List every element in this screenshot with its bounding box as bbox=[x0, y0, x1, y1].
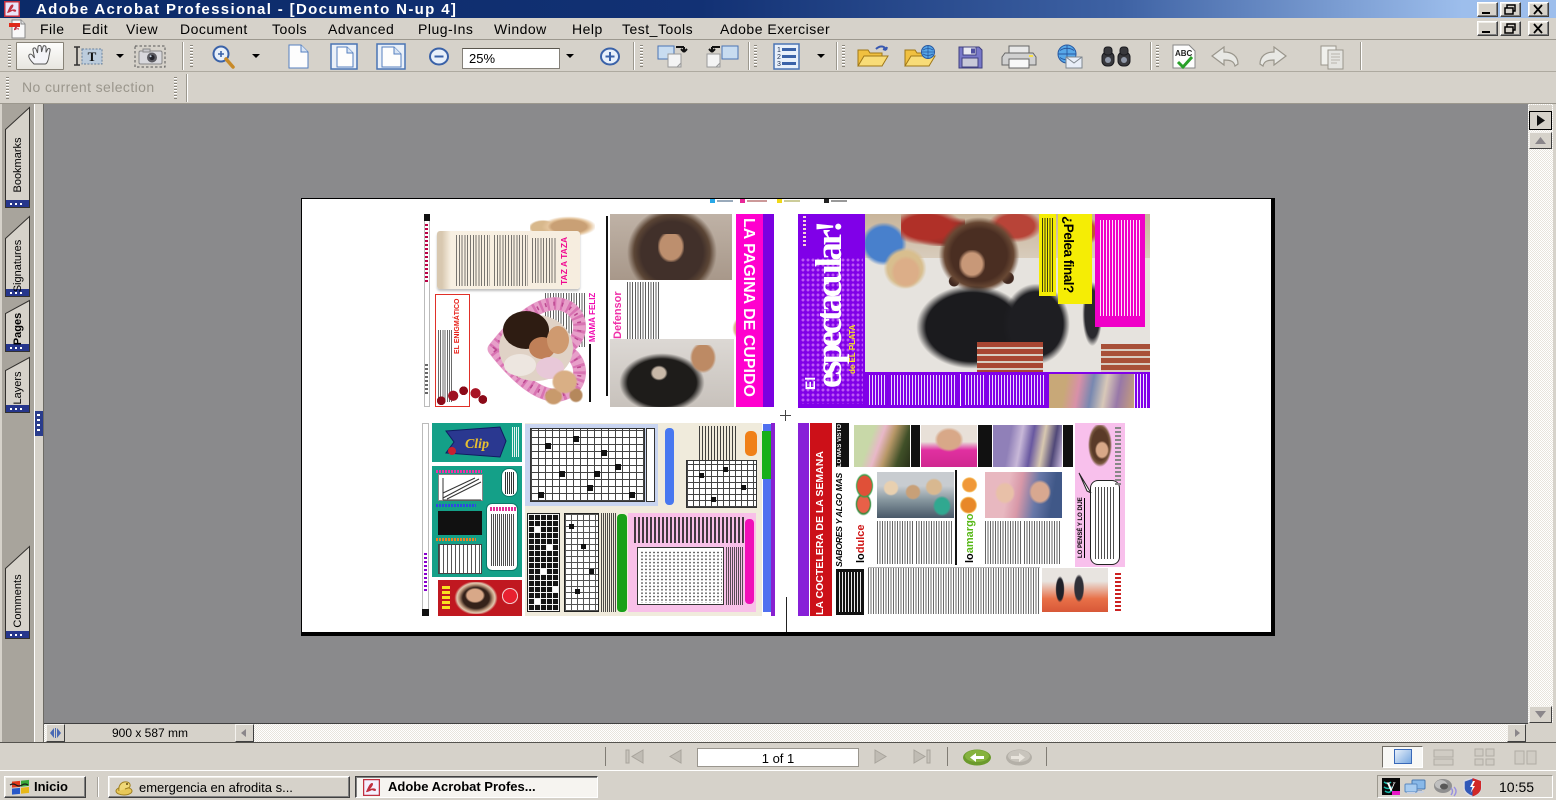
svg-text:ABC: ABC bbox=[1175, 49, 1193, 58]
svg-text:Signatures: Signatures bbox=[12, 239, 24, 292]
svg-text:Clip: Clip bbox=[465, 437, 489, 452]
svg-text:Pages: Pages bbox=[12, 313, 24, 345]
svg-text:T: T bbox=[88, 49, 97, 64]
svg-text:Bookmarks: Bookmarks bbox=[12, 137, 24, 193]
svg-text:1: 1 bbox=[777, 47, 781, 54]
svg-text:Layers: Layers bbox=[12, 371, 24, 405]
svg-text:3: 3 bbox=[777, 61, 781, 68]
svg-text:2: 2 bbox=[777, 54, 781, 61]
svg-text:Comments: Comments bbox=[12, 574, 24, 628]
